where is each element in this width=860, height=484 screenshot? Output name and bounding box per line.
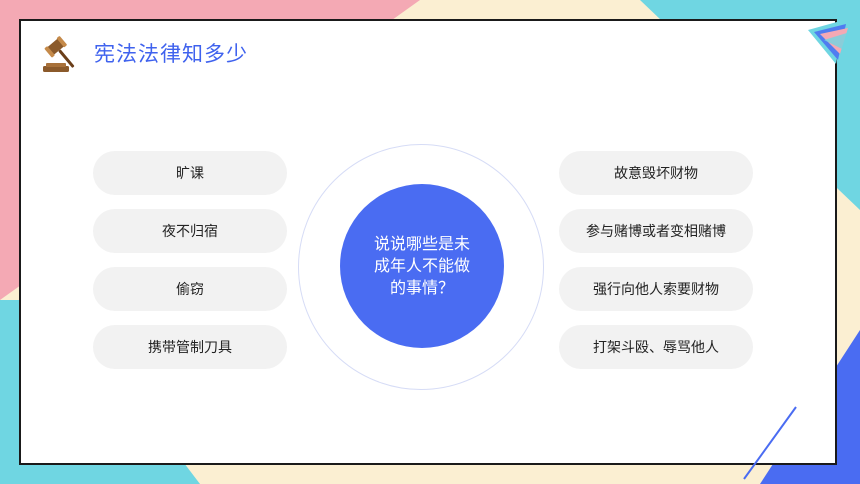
left-item-label: 旷课 — [176, 166, 204, 182]
right-item-2: 强行向他人索要财物 — [559, 267, 753, 311]
right-item-label: 强行向他人索要财物 — [593, 282, 719, 298]
center-circle: 说说哪些是未成年人不能做的事情？ — [340, 184, 504, 348]
right-item-label: 故意毁坏财物 — [614, 166, 698, 182]
left-item-0: 旷课 — [93, 151, 287, 195]
center-question: 说说哪些是未成年人不能做的事情？ — [373, 234, 470, 297]
line-decoration — [743, 406, 797, 480]
left-item-2: 偷窃 — [93, 267, 287, 311]
left-item-label: 偷窃 — [176, 282, 204, 298]
right-item-3: 打架斗殴、辱骂他人 — [559, 325, 753, 369]
page-title: 宪法法律知多少 — [94, 42, 248, 66]
left-item-label: 夜不归宿 — [162, 224, 218, 240]
left-item-3: 携带管制刀具 — [93, 325, 287, 369]
corner-decoration — [808, 20, 850, 64]
right-item-1: 参与赌博或者变相赌博 — [559, 209, 753, 253]
gavel-icon — [43, 36, 75, 72]
right-item-0: 故意毁坏财物 — [559, 151, 753, 195]
left-item-1: 夜不归宿 — [93, 209, 287, 253]
left-item-label: 携带管制刀具 — [148, 340, 232, 356]
right-item-label: 打架斗殴、辱骂他人 — [593, 340, 719, 356]
right-item-label: 参与赌博或者变相赌博 — [586, 224, 726, 240]
